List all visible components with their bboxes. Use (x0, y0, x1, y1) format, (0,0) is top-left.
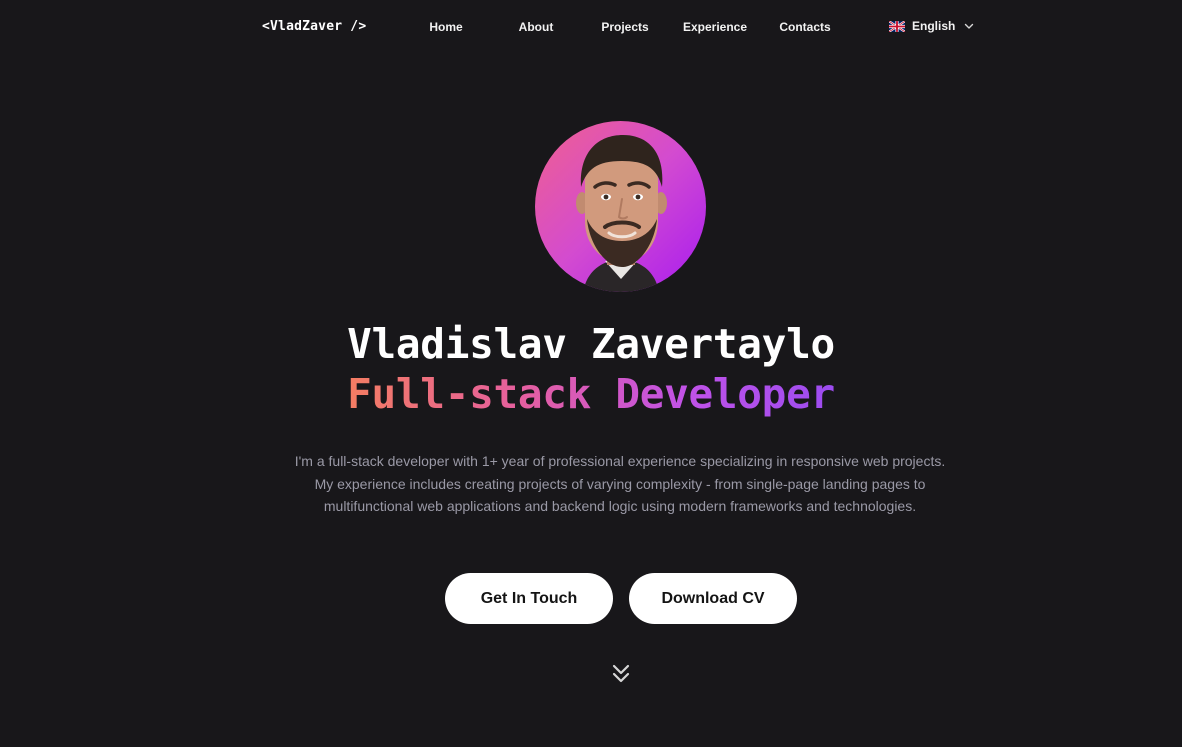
nav-link-home[interactable]: Home (429, 20, 462, 34)
chevron-down-icon (965, 23, 974, 29)
hero-role: Full-stack Developer (0, 370, 1182, 418)
nav-link-contacts[interactable]: Contacts (779, 20, 830, 34)
language-selector[interactable]: English (889, 19, 974, 33)
language-label: English (912, 19, 956, 33)
uk-flag-icon (889, 20, 905, 32)
profile-photo (576, 135, 667, 292)
nav-link-experience[interactable]: Experience (683, 20, 747, 34)
profile-avatar (535, 121, 706, 292)
top-nav: <VladZaver /> Home About Projects Experi… (0, 0, 1182, 55)
hero-role-text: Full-stack Developer (347, 370, 835, 418)
nav-link-projects[interactable]: Projects (601, 20, 648, 34)
hero-name: Vladislav Zavertaylo (347, 320, 835, 368)
download-cv-button[interactable]: Download CV (629, 573, 797, 624)
get-in-touch-button[interactable]: Get In Touch (445, 573, 613, 624)
hero-description: I'm a full-stack developer with 1+ year … (294, 453, 946, 514)
double-chevron-down-icon[interactable] (611, 663, 631, 685)
page: <VladZaver /> Home About Projects Experi… (0, 0, 1182, 747)
site-logo[interactable]: <VladZaver /> (262, 19, 366, 34)
nav-link-about[interactable]: About (519, 20, 554, 34)
